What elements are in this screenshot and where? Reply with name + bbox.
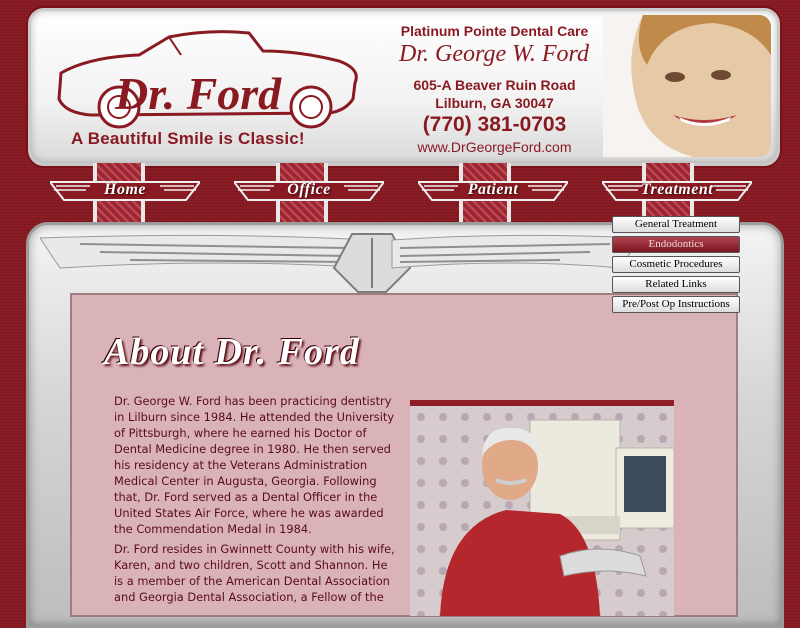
- treatment-submenu: General Treatment Endodontics Cosmetic P…: [612, 216, 740, 316]
- submenu-endodontics[interactable]: Endodontics: [612, 236, 740, 253]
- doctor-name: Dr. George W. Ford: [399, 41, 589, 67]
- dr-ford-photo: [410, 400, 674, 616]
- address-line-2: Lilburn, GA 30047: [435, 95, 554, 111]
- bio-paragraph-1: Dr. George W. Ford has been practicing d…: [114, 394, 395, 536]
- submenu-general-treatment[interactable]: General Treatment: [612, 216, 740, 233]
- nav-patient[interactable]: Patient: [415, 176, 571, 206]
- phone-number: (770) 381-0703: [422, 113, 567, 136]
- logo-text: Dr. Ford: [114, 68, 282, 119]
- website-link[interactable]: www.DrGeorgeFord.com: [377, 139, 612, 155]
- submenu-related-links[interactable]: Related Links: [612, 276, 740, 293]
- nav-treatment-label: Treatment: [640, 181, 714, 198]
- nav-office-label: Office: [287, 181, 331, 198]
- nav-home[interactable]: Home: [47, 176, 203, 206]
- submenu-pre-post-op-instructions[interactable]: Pre/Post Op Instructions: [612, 296, 740, 313]
- smiling-woman-photo: [603, 15, 771, 157]
- practice-name: Platinum Pointe Dental Care: [400, 23, 589, 39]
- nav-treatment[interactable]: Treatment: [599, 176, 755, 206]
- nav-patient-label: Patient: [467, 181, 519, 198]
- bio-paragraph-2: Dr. Ford resides in Gwinnett County with…: [114, 542, 395, 604]
- site-header: Dr. Ford A Beautiful Smile is Classic! P…: [28, 8, 780, 166]
- page-title: About Dr. Ford: [104, 331, 360, 373]
- submenu-cosmetic-procedures[interactable]: Cosmetic Procedures: [612, 256, 740, 273]
- nav-office[interactable]: Office: [231, 176, 387, 206]
- hood-ornament-wings: [40, 233, 640, 293]
- tagline: A Beautiful Smile is Classic!: [71, 129, 305, 148]
- classic-car-logo[interactable]: Dr. Ford: [49, 21, 369, 131]
- address-line-1: 605-A Beaver Ruin Road: [413, 77, 576, 93]
- nav-home-label: Home: [104, 181, 146, 198]
